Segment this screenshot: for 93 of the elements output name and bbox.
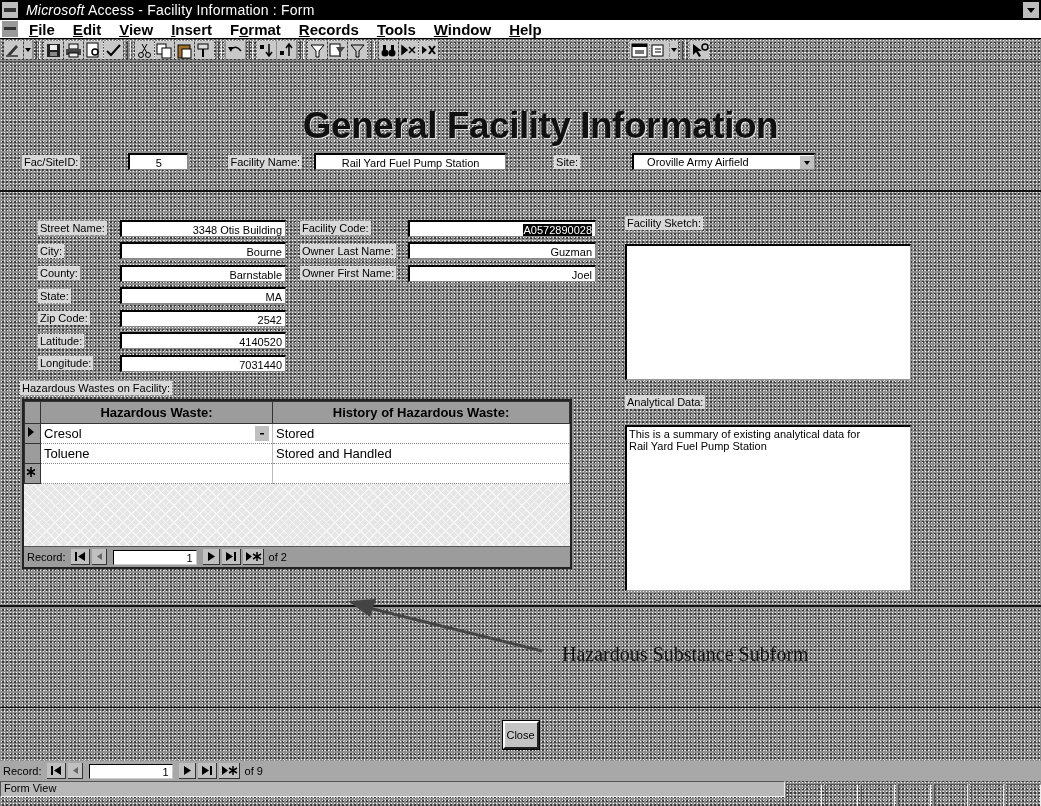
field-label: Owner First Name:: [300, 266, 397, 281]
column-header[interactable]: Hazardous Waste:: [40, 401, 273, 424]
sketch-frame[interactable]: [625, 244, 911, 380]
text-field[interactable]: Guzman: [408, 242, 596, 260]
asterisk-icon: [25, 465, 37, 479]
window-title: Microsoft Access - Facility Information : Form: [25, 2, 316, 18]
paintbrush-icon[interactable]: [195, 41, 214, 59]
text-field[interactable]: 3348 Otis Building: [120, 219, 286, 237]
scissors-icon[interactable]: [135, 41, 154, 59]
field-label: Facility Name:: [228, 154, 303, 169]
status-panel: [1007, 784, 1041, 806]
text-field[interactable]: Barnstable: [120, 264, 286, 282]
status-panel: [788, 784, 822, 806]
last-record-icon[interactable]: [221, 549, 241, 565]
new-record-icon[interactable]: [242, 549, 264, 565]
status-panel: [897, 784, 932, 806]
field-label: County:: [38, 266, 80, 281]
field-label: State:: [38, 288, 71, 303]
first-record-icon[interactable]: [70, 549, 90, 565]
new-object-icon[interactable]: [650, 41, 669, 59]
field-label: Site:: [554, 154, 581, 169]
text-field[interactable]: 7031440: [120, 354, 286, 372]
minimize-icon[interactable]: [1021, 0, 1041, 20]
document-menu-icon[interactable]: [0, 20, 20, 38]
record-count: of 2: [268, 551, 287, 563]
funnel-form-icon[interactable]: [328, 41, 347, 59]
clipboard-icon[interactable]: [175, 41, 194, 59]
text-field[interactable]: Joel: [408, 264, 596, 282]
status-panel: [934, 784, 968, 806]
menu-item[interactable]: Edit: [63, 20, 111, 38]
close-button[interactable]: Close: [502, 720, 539, 749]
record-count: of 9: [244, 765, 263, 777]
previous-record-icon[interactable]: [67, 763, 83, 779]
system-menu-icon[interactable]: [0, 0, 20, 20]
status-text: Form View: [0, 781, 785, 797]
field-label: Facility Sketch:: [625, 216, 703, 230]
field-label: Longitude:: [38, 356, 94, 371]
record-number-field[interactable]: 1: [112, 549, 197, 565]
field-label: City:: [38, 243, 64, 258]
facility-name-field[interactable]: Rail Yard Fuel Pump Station: [314, 153, 507, 170]
menu-item[interactable]: Help: [500, 20, 551, 38]
save-icon[interactable]: [44, 41, 63, 59]
spelling-check-icon[interactable]: [104, 41, 123, 59]
record-number-field[interactable]: 1: [88, 763, 173, 779]
text-field[interactable]: A0572890028: [408, 219, 596, 237]
field-label: Street Name:: [38, 221, 107, 236]
record-label: Record:: [3, 765, 42, 777]
field-label: Owner Last Name:: [300, 243, 396, 258]
last-record-icon[interactable]: [197, 763, 217, 779]
field-label: Fac/SiteID:: [22, 154, 81, 169]
print-preview-icon[interactable]: [84, 41, 103, 59]
menu-item[interactable]: Tools: [367, 20, 425, 38]
printer-icon[interactable]: [64, 41, 83, 59]
site-combo[interactable]: Oroville Army Airfield: [632, 153, 816, 170]
menu-item[interactable]: Format: [221, 20, 290, 38]
text-area[interactable]: This is a summary of existing analytical data for Rail Yard Fuel Pump Station: [625, 425, 911, 591]
new-record-icon[interactable]: [218, 763, 240, 779]
pointer-question-icon[interactable]: [690, 41, 709, 59]
status-panel: [824, 784, 859, 806]
caret-icon[interactable]: [24, 41, 32, 59]
menu-item[interactable]: Window: [424, 20, 501, 38]
database-window-icon[interactable]: [630, 41, 649, 59]
first-record-icon[interactable]: [46, 763, 66, 779]
menu-item[interactable]: Insert: [162, 20, 221, 38]
text-field[interactable]: MA: [120, 287, 286, 305]
new-record-icon[interactable]: [399, 41, 418, 59]
menu-item[interactable]: File: [20, 20, 64, 38]
field-label: Latitude:: [38, 333, 85, 348]
field-label: Zip Code:: [38, 311, 90, 326]
next-record-icon[interactable]: [178, 763, 196, 779]
pencil-ruler-icon[interactable]: [4, 41, 23, 59]
copy-icon[interactable]: [155, 41, 174, 59]
status-panel: [970, 784, 1005, 806]
binoculars-icon[interactable]: [379, 41, 398, 59]
text-field[interactable]: 2542: [120, 309, 286, 327]
delete-record-icon[interactable]: [419, 41, 438, 59]
previous-record-icon[interactable]: [91, 549, 107, 565]
record-label: Record:: [27, 551, 66, 563]
text-field[interactable]: Bourne: [120, 242, 286, 260]
next-record-icon[interactable]: [202, 549, 220, 565]
id-field[interactable]: 5: [128, 153, 189, 170]
column-header[interactable]: History of Hazardous Waste:: [272, 401, 570, 424]
funnel-icon[interactable]: [308, 41, 327, 59]
status-panel: [861, 784, 895, 806]
subform-label: Hazardous Wastes on Facility:: [20, 381, 173, 395]
caret-icon[interactable]: [670, 41, 678, 59]
funnel-outline-icon[interactable]: [348, 41, 367, 59]
field-label: Analytical Data:: [625, 395, 706, 409]
combo-value: Oroville Army Airfield: [646, 154, 749, 170]
text-field[interactable]: 4140520: [120, 332, 286, 350]
field-label: Facility Code:: [300, 221, 371, 236]
menu-item[interactable]: Records: [289, 20, 368, 38]
menu-item[interactable]: View: [110, 20, 163, 38]
